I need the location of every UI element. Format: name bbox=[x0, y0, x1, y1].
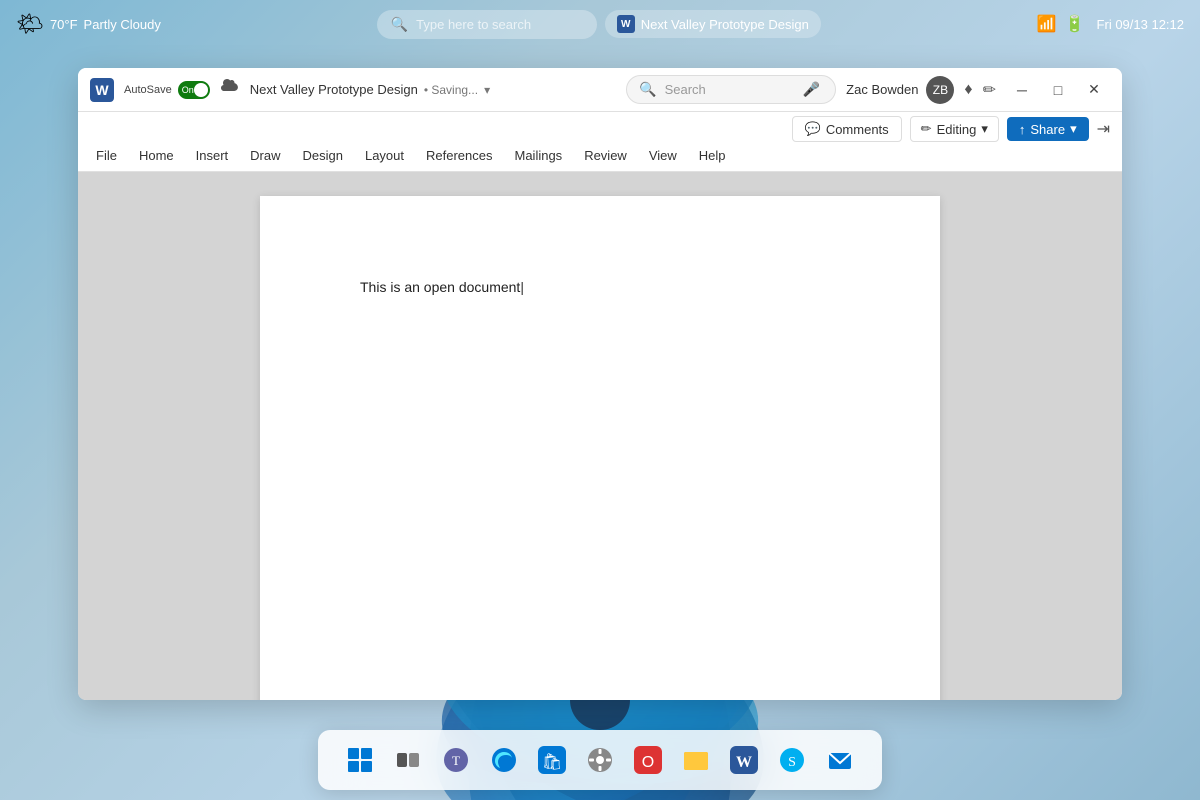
title-chevron-icon[interactable]: ▾ bbox=[484, 83, 490, 97]
taskbar-top: 🌤 70°F Partly Cloudy 🔍 W Next Valley Pro… bbox=[0, 0, 1200, 48]
taskbar-app-windows[interactable] bbox=[338, 738, 382, 782]
autosave-toggle[interactable]: On bbox=[178, 81, 210, 99]
menu-item-design[interactable]: Design bbox=[293, 144, 353, 167]
word-search-icon: 🔍 bbox=[639, 81, 656, 98]
document-content[interactable]: This is an open document bbox=[360, 276, 840, 298]
editing-label: Editing bbox=[937, 122, 977, 137]
taskbar-app-skype[interactable]: S bbox=[770, 738, 814, 782]
editing-icon: ✏ bbox=[921, 121, 932, 137]
weather-icon: 🌤 bbox=[16, 11, 44, 37]
menu-item-insert[interactable]: Insert bbox=[186, 144, 239, 167]
system-tray: 📶 🔋 Fri 09/13 12:12 bbox=[1037, 14, 1184, 34]
saving-status: • Saving... bbox=[424, 83, 478, 97]
share-icon: ↑ bbox=[1019, 122, 1026, 137]
desktop-search[interactable]: 🔍 bbox=[377, 10, 597, 39]
taskbar-app-store[interactable]: 🛍 bbox=[530, 738, 574, 782]
comments-icon: 💬 bbox=[805, 121, 821, 137]
word-window: W AutoSave On Next Valley Prototype Desi… bbox=[78, 68, 1122, 700]
menu-item-help[interactable]: Help bbox=[689, 144, 736, 167]
taskbar-app-mail[interactable] bbox=[818, 738, 862, 782]
word-logo: W bbox=[90, 78, 114, 102]
maximize-button[interactable]: □ bbox=[1042, 74, 1074, 106]
share-label: Share bbox=[1030, 122, 1065, 137]
svg-text:W: W bbox=[736, 754, 752, 771]
cloud-save-icon[interactable] bbox=[220, 79, 240, 100]
title-bar: W AutoSave On Next Valley Prototype Desi… bbox=[78, 68, 1122, 112]
ribbon: 💬 Comments ✏ Editing ▾ ↑ Share ▾ ⇥ FileH… bbox=[78, 112, 1122, 172]
mic-icon[interactable]: 🎤 bbox=[803, 81, 820, 98]
share-chevron-icon: ▾ bbox=[1070, 121, 1077, 137]
menu-item-review[interactable]: Review bbox=[574, 144, 637, 167]
toggle-knob bbox=[194, 83, 208, 97]
active-app-name: Next Valley Prototype Design bbox=[641, 17, 809, 32]
svg-text:🛍: 🛍 bbox=[542, 753, 562, 771]
taskbar-app-settings[interactable] bbox=[578, 738, 622, 782]
taskbar-bottom: T 🛍 O W S bbox=[318, 730, 882, 790]
search-icon: 🔍 bbox=[391, 16, 408, 33]
menu-item-home[interactable]: Home bbox=[129, 144, 184, 167]
svg-text:O: O bbox=[642, 754, 654, 771]
menu-bar: FileHomeInsertDrawDesignLayoutReferences… bbox=[78, 142, 1122, 171]
ribbon-actions: 💬 Comments ✏ Editing ▾ ↑ Share ▾ ⇥ bbox=[78, 112, 1122, 142]
user-section: Zac Bowden ZB bbox=[846, 76, 954, 104]
system-icons: 📶 🔋 bbox=[1037, 14, 1085, 34]
avatar[interactable]: ZB bbox=[926, 76, 954, 104]
desktop-search-input[interactable] bbox=[416, 17, 556, 32]
word-search-input[interactable] bbox=[665, 82, 795, 97]
menu-item-file[interactable]: File bbox=[86, 144, 127, 167]
taskbar-app-word[interactable]: W bbox=[722, 738, 766, 782]
word-search-bar[interactable]: 🔍 🎤 bbox=[626, 75, 836, 104]
doc-title-area: Next Valley Prototype Design • Saving...… bbox=[250, 82, 616, 97]
menu-item-references[interactable]: References bbox=[416, 144, 502, 167]
close-button[interactable]: ✕ bbox=[1078, 74, 1110, 106]
datetime-display: Fri 09/13 12:12 bbox=[1097, 17, 1184, 32]
menu-item-layout[interactable]: Layout bbox=[355, 144, 414, 167]
text-cursor bbox=[520, 279, 524, 295]
document-page: This is an open document bbox=[260, 196, 940, 700]
wifi-icon: 📶 bbox=[1037, 14, 1057, 34]
weather-temperature: 70°F bbox=[50, 17, 78, 32]
menu-item-draw[interactable]: Draw bbox=[240, 144, 290, 167]
document-text: This is an open document bbox=[360, 279, 520, 295]
word-logo-small: W bbox=[617, 15, 635, 33]
pen-icon[interactable]: ✏ bbox=[983, 80, 996, 100]
taskbar-app-file-explorer[interactable] bbox=[674, 738, 718, 782]
menu-item-view[interactable]: View bbox=[639, 144, 687, 167]
top-center-area: 🔍 W Next Valley Prototype Design bbox=[377, 10, 821, 39]
document-area[interactable]: This is an open document bbox=[78, 172, 1122, 700]
active-app-pill[interactable]: W Next Valley Prototype Design bbox=[605, 10, 821, 38]
battery-icon: 🔋 bbox=[1065, 14, 1085, 34]
diamond-icon[interactable]: ♦ bbox=[964, 81, 972, 99]
taskbar-app-task-view[interactable] bbox=[386, 738, 430, 782]
taskbar-app-teams[interactable]: T bbox=[434, 738, 478, 782]
toggle-label: On bbox=[182, 85, 194, 95]
minimize-button[interactable]: ─ bbox=[1006, 74, 1038, 106]
weather-widget: 🌤 70°F Partly Cloudy bbox=[16, 11, 161, 37]
menu-item-mailings[interactable]: Mailings bbox=[505, 144, 573, 167]
user-name: Zac Bowden bbox=[846, 82, 918, 97]
svg-text:S: S bbox=[788, 755, 796, 770]
svg-text:T: T bbox=[452, 753, 460, 768]
avatar-initials: ZB bbox=[933, 83, 948, 97]
autosave-section: AutoSave On bbox=[124, 81, 210, 99]
autosave-label: AutoSave bbox=[124, 84, 172, 96]
weather-condition: Partly Cloudy bbox=[84, 17, 161, 32]
share-button[interactable]: ↑ Share ▾ bbox=[1007, 117, 1089, 141]
window-controls: ─ □ ✕ bbox=[1006, 74, 1110, 106]
comments-button[interactable]: 💬 Comments bbox=[792, 116, 902, 142]
taskbar-app-office[interactable]: O bbox=[626, 738, 670, 782]
editing-chevron-icon: ▾ bbox=[981, 121, 988, 137]
taskbar-app-edge[interactable] bbox=[482, 738, 526, 782]
doc-title: Next Valley Prototype Design bbox=[250, 82, 418, 97]
editing-button[interactable]: ✏ Editing ▾ bbox=[910, 116, 999, 142]
comments-label: Comments bbox=[826, 122, 889, 137]
more-options-icon[interactable]: ⇥ bbox=[1097, 119, 1110, 139]
